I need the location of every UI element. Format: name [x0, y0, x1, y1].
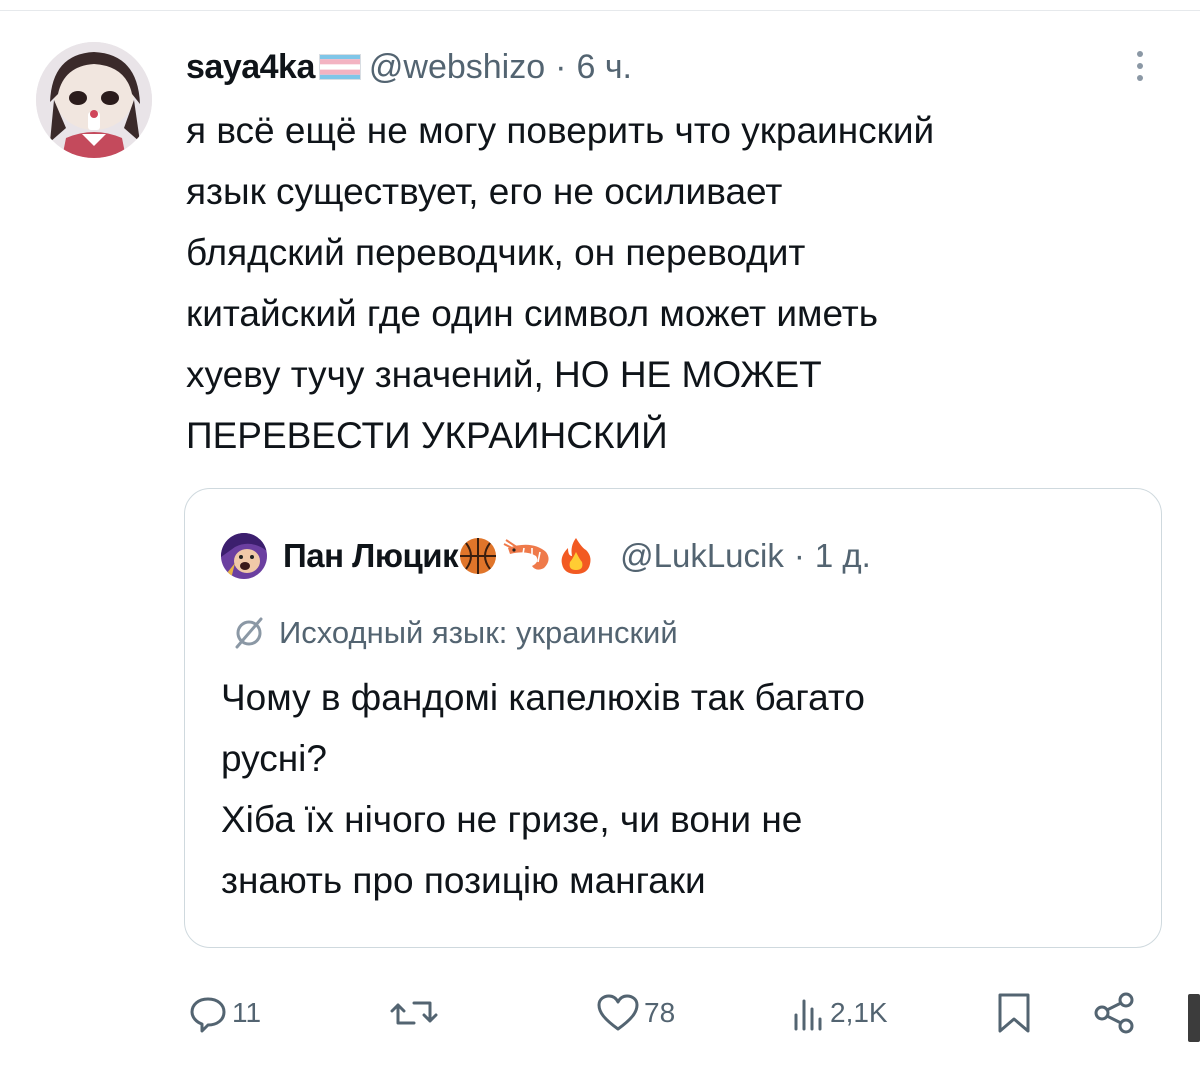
translation-notice[interactable]: Исходный язык: украинский	[231, 613, 678, 653]
views-count: 2,1K	[830, 997, 888, 1028]
tweet-text-line: я всё ещё не могу поверить что украински…	[186, 110, 935, 151]
tweet-text-line: язык существует, его не осиливает	[186, 171, 783, 212]
author-display-name[interactable]: saya4ka	[186, 48, 315, 87]
tweet-text: я всё ещё не могу поверить что украински…	[186, 100, 1166, 466]
author-handle[interactable]: @webshizo	[369, 48, 545, 87]
top-divider	[0, 10, 1200, 11]
reply-count: 11	[232, 997, 262, 1028]
translate-icon	[235, 617, 263, 649]
shrimp-icon	[502, 538, 554, 574]
translation-label: Исходный язык: украинский	[279, 615, 678, 650]
quoted-text-line: знають про позицію мангаки	[221, 860, 706, 901]
views-button[interactable]: 2,1K	[790, 988, 888, 1038]
bookmark-icon	[998, 993, 1030, 1033]
quoted-tweet-timestamp[interactable]: 1 д.	[815, 537, 871, 575]
tweet-action-bar: 11 78 2,1K	[0, 988, 1200, 1038]
views-icon	[794, 999, 822, 1031]
author-avatar[interactable]	[36, 42, 152, 158]
tweet-timestamp[interactable]: 6 ч.	[576, 48, 632, 87]
reply-icon	[190, 997, 226, 1033]
quoted-author-handle[interactable]: @LukLucik	[620, 537, 784, 575]
transgender-flag-icon	[318, 54, 361, 80]
header-separator: ·	[555, 47, 567, 86]
more-options-icon[interactable]	[1128, 46, 1152, 86]
scrollbar-thumb[interactable]	[1188, 994, 1200, 1042]
share-button[interactable]	[1092, 988, 1136, 1038]
tweet-text-line: китайский где один символ может иметь	[186, 293, 879, 334]
quoted-text-line: русні?	[221, 738, 327, 779]
quoted-text-line: Хіба їх нічого не гризе, чи вони не	[221, 799, 803, 840]
quoted-tweet-card[interactable]: Пан Люцик @LukLucik · 1 д. Исходный язык…	[184, 488, 1162, 948]
bookmark-button[interactable]	[996, 988, 1032, 1038]
basketball-icon	[458, 536, 498, 576]
quoted-author-avatar[interactable]	[221, 533, 267, 579]
quoted-tweet-text: Чому в фандомі капелюхів так багато русн…	[221, 667, 1131, 911]
share-icon	[1094, 992, 1134, 1034]
tweet-text-line: хуеву тучу значений, НО НЕ МОЖЕТ	[186, 354, 822, 395]
tweet-text-line: блядский переводчик, он переводит	[186, 232, 806, 273]
heart-icon	[597, 994, 639, 1031]
quoted-tweet-header: Пан Люцик @LukLucik · 1 д.	[221, 531, 871, 581]
like-button[interactable]: 78	[596, 988, 675, 1038]
fire-icon	[558, 536, 594, 576]
quoted-header-separator: ·	[793, 537, 805, 574]
tweet-text-line: ПЕРЕВЕСТИ УКРАИНСКИЙ	[186, 415, 668, 456]
retweet-button[interactable]	[388, 988, 444, 1038]
tweet-header: saya4ka @webshizo · 6 ч.	[186, 40, 632, 94]
quoted-author-display-name[interactable]: Пан Люцик	[283, 537, 459, 575]
quoted-text-line: Чому в фандомі капелюхів так багато	[221, 677, 865, 718]
like-count: 78	[644, 997, 676, 1028]
reply-button[interactable]: 11	[188, 988, 261, 1038]
retweet-icon	[390, 1001, 438, 1025]
